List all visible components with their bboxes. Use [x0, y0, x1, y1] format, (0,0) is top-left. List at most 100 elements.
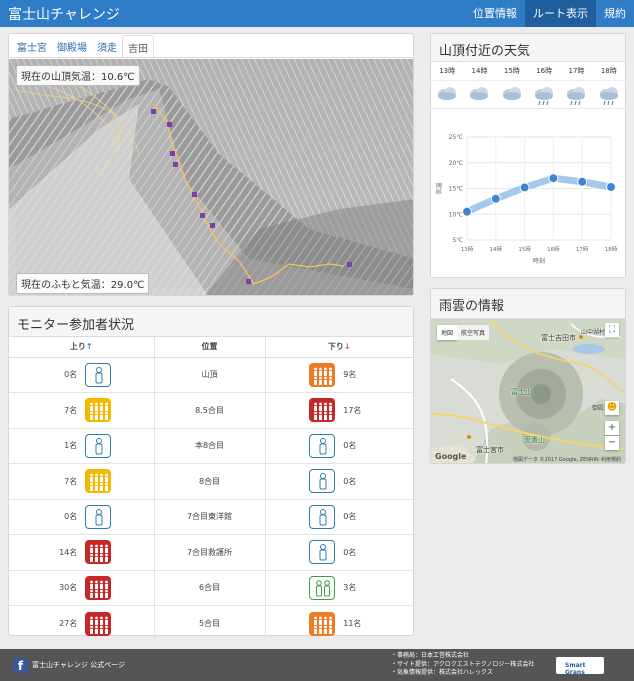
up-count: 7名 — [64, 476, 78, 486]
map-attribution: 地図データ ©2017 Google, ZENRIN — [513, 457, 599, 463]
route-panel: 富士宮 御殿場 須走 吉田 現在の山頂気温：10.6℃ 現在のふもと気温：29.… — [8, 33, 414, 296]
map-tab-satellite[interactable]: 航空写真 — [457, 325, 490, 340]
weather-icons — [431, 81, 625, 109]
down-cell: 9名 — [264, 356, 413, 393]
down-count: 11名 — [343, 619, 362, 628]
table-header-row: 上り↑ 位置 下り↓ — [9, 337, 413, 358]
table-row: 27名 5合目 11名 — [9, 605, 413, 641]
table-row: 1名 本8合目 0名 — [9, 427, 413, 464]
footer: f 富士山チャレンジ 公式ページ ・事務局：日本工営株式会社 ・サイト提供：アク… — [0, 649, 634, 681]
up-count: 7名 — [64, 405, 78, 415]
monitor-table-body: 0名 山頂 9名 7名 8.5合目 17名 1名 本8合目 0名 7名 8合目 0名 0名 7合目東洋館 0… — [9, 356, 413, 641]
up-cell: 30名 — [9, 569, 154, 606]
pegman-icon[interactable]: ☻ — [605, 401, 619, 415]
descender-group-icon — [309, 575, 336, 600]
up-count: 0名 — [64, 370, 78, 380]
up-cell: 7名 — [9, 463, 154, 499]
climber-group-icon — [85, 611, 112, 636]
monitor-panel: モニター参加者状況 上り↑ 位置 下り↓ 0名 山頂 9名 7名 8.5合目 17名 1名 本… — [8, 306, 414, 641]
position-cell: 8合目 — [153, 463, 265, 499]
climber-group-icon — [85, 575, 112, 600]
descender-group-icon — [309, 611, 336, 636]
zoom-in-button[interactable]: + — [605, 421, 619, 435]
tab-gotemba[interactable]: 御殿場 — [52, 34, 92, 57]
y-tick-label: 25℃ — [449, 134, 464, 141]
nav-menu: 位置情報 ルート表示 規約 — [465, 0, 634, 27]
tab-fujinomiya[interactable]: 富士宮 — [12, 34, 52, 57]
up-cell: 7名 — [9, 392, 154, 428]
climber-group-icon — [85, 398, 112, 423]
down-count: 0名 — [343, 512, 357, 522]
rain-icon — [528, 81, 560, 108]
climber-group-icon — [85, 433, 112, 458]
position-cell: 本8合目 — [153, 427, 265, 464]
down-cell: 0名 — [264, 534, 413, 570]
fullscreen-button[interactable]: ⛶ — [605, 323, 619, 337]
down-cell: 17名 — [264, 392, 413, 428]
x-tick-label: 18時 — [605, 245, 618, 253]
hour-label: 14時 — [471, 67, 488, 75]
down-count: 0名 — [343, 476, 357, 486]
table-row: 0名 山頂 9名 — [9, 356, 413, 393]
map-label-ashitaka: 愛鷹山 — [524, 436, 545, 444]
y-tick-label: 10℃ — [449, 211, 464, 218]
nav-item-route[interactable]: ルート表示 — [525, 0, 596, 27]
climber-group-icon — [85, 504, 112, 529]
map-terms-link[interactable]: 利用規約 — [601, 456, 621, 463]
map-label-yamanakako: 山中湖村 — [581, 329, 606, 336]
table-row: 7名 8合目 0名 — [9, 463, 413, 499]
x-axis-label: 時刻 — [533, 257, 545, 265]
climber-group-icon — [85, 540, 112, 565]
position-cell: 7合目東洋館 — [153, 498, 265, 535]
map-label-fujiyoshida: 富士吉田市 — [541, 334, 576, 342]
table-row: 30名 6合目 3名 — [9, 569, 413, 606]
hour-label: 17時 — [568, 67, 585, 75]
header-down: 下り↓ — [264, 337, 413, 358]
up-count: 14名 — [59, 547, 78, 557]
x-tick-label: 16時 — [547, 245, 560, 253]
position-cell: 6合目 — [153, 569, 265, 606]
up-count: 1名 — [64, 441, 78, 451]
rain-panel: 雨雲の情報 地図 航空写真 ⛶ ☻ + − 富士吉田市 山中湖村 富士山 御殿 … — [430, 288, 626, 464]
arrow-up-icon: ↑ — [85, 342, 93, 352]
rain-icon — [560, 81, 592, 108]
monitor-table: 上り↑ 位置 下り↓ 0名 山頂 9名 7名 8.5合目 17名 1名 本8合目 0名 7名 8合目… — [9, 337, 413, 641]
x-tick-label: 15時 — [518, 245, 531, 253]
facebook-icon[interactable]: f — [13, 658, 28, 673]
position-cell: 5合目 — [153, 605, 265, 641]
table-row: 0名 7合目東洋館 0名 — [9, 498, 413, 535]
down-cell: 0名 — [264, 498, 413, 535]
cloud-icon — [496, 81, 528, 108]
cloud-icon — [463, 81, 495, 108]
sponsor-logo-text: Smart Grans — [565, 662, 586, 676]
x-tick-label: 13時 — [461, 245, 474, 253]
credit-line: ・事務局：日本工営株式会社 — [391, 652, 470, 659]
mountain-3d-view[interactable] — [9, 59, 414, 296]
tab-subashiri[interactable]: 須走 — [92, 34, 122, 57]
nav-item-location[interactable]: 位置情報 — [465, 0, 525, 27]
nav-item-terms[interactable]: 規約 — [596, 0, 634, 27]
up-cell: 14名 — [9, 534, 154, 570]
route-tabs: 富士宮 御殿場 須走 吉田 — [9, 34, 413, 58]
position-cell: 8.5合目 — [153, 392, 265, 428]
facebook-link[interactable]: 富士山チャレンジ 公式ページ — [32, 660, 125, 670]
map-label-fujinomiya: 富士宮市 — [476, 446, 504, 454]
map-tab-map[interactable]: 地図 — [437, 325, 458, 340]
zoom-out-button[interactable]: − — [605, 436, 619, 450]
temperature-point — [577, 176, 588, 187]
weather-hours: 13時 14時 15時 16時 17時 18時 — [431, 62, 625, 81]
temperature-series-line — [463, 174, 615, 216]
monitor-title: モニター参加者状況 — [9, 307, 413, 337]
tab-yoshida[interactable]: 吉田 — [122, 35, 154, 57]
brand-title[interactable]: 富士山チャレンジ — [8, 4, 120, 24]
x-tick-label: 17時 — [576, 245, 589, 253]
down-cell: 0名 — [264, 463, 413, 499]
up-cell: 1名 — [9, 427, 154, 464]
down-count: 0名 — [343, 547, 357, 557]
up-count: 30名 — [59, 583, 78, 593]
temperature-point — [462, 206, 472, 217]
weather-title: 山頂付近の天気 — [431, 34, 625, 62]
credit-line: ・サイト提供：アクロクエストテクノロジー株式会社 — [391, 660, 535, 668]
hour-label: 18時 — [600, 67, 617, 75]
rain-title: 雨雲の情報 — [431, 289, 625, 319]
